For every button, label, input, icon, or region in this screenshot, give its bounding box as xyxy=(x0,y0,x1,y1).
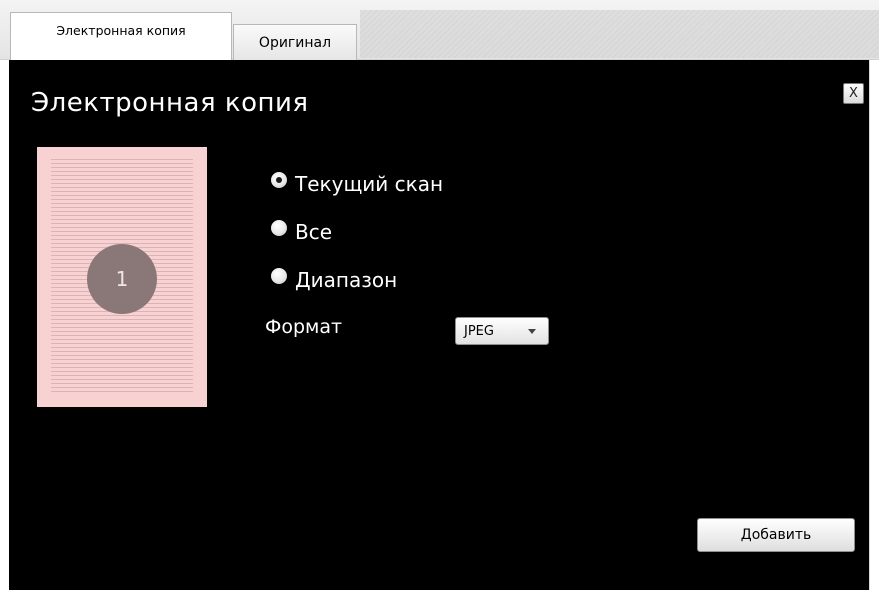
radio-all[interactable]: Все xyxy=(271,220,332,244)
radio-current-scan-indicator[interactable] xyxy=(271,172,287,188)
frame-left xyxy=(0,60,9,590)
page-number-badge: 1 xyxy=(87,244,157,314)
radio-current-scan[interactable]: Текущий скан xyxy=(271,172,443,196)
format-select-value: JPEG xyxy=(464,323,494,339)
close-button[interactable]: X xyxy=(843,83,864,104)
tab-original-label: Оригинал xyxy=(258,34,332,51)
radio-current-scan-label: Текущий скан xyxy=(295,172,444,196)
radio-range-indicator[interactable] xyxy=(271,268,287,284)
radio-range[interactable]: Диапазон xyxy=(271,268,397,292)
tab-original[interactable]: Оригинал xyxy=(233,24,357,60)
panel-title: Электронная копия xyxy=(31,88,309,118)
tab-electronic-copy-label: Электронная копия xyxy=(56,23,186,38)
frame-right xyxy=(869,60,879,590)
format-select[interactable]: JPEG xyxy=(455,317,549,345)
format-label: Формат xyxy=(265,316,343,338)
add-button[interactable]: Добавить xyxy=(697,518,855,552)
chevron-down-icon xyxy=(528,329,536,334)
tab-bar-texture xyxy=(360,10,879,58)
electronic-copy-panel: Электронная копия X 1 Текущий скан Все Д… xyxy=(9,60,869,590)
add-button-label: Добавить xyxy=(740,527,812,543)
tab-electronic-copy[interactable]: Электронная копия xyxy=(10,12,232,60)
tab-bar: Электронная копия Оригинал xyxy=(0,0,879,60)
page-thumbnail[interactable]: 1 xyxy=(37,147,207,407)
radio-range-label: Диапазон xyxy=(295,268,398,292)
radio-all-label: Все xyxy=(295,220,333,244)
close-icon: X xyxy=(849,86,858,101)
radio-all-indicator[interactable] xyxy=(271,220,287,236)
